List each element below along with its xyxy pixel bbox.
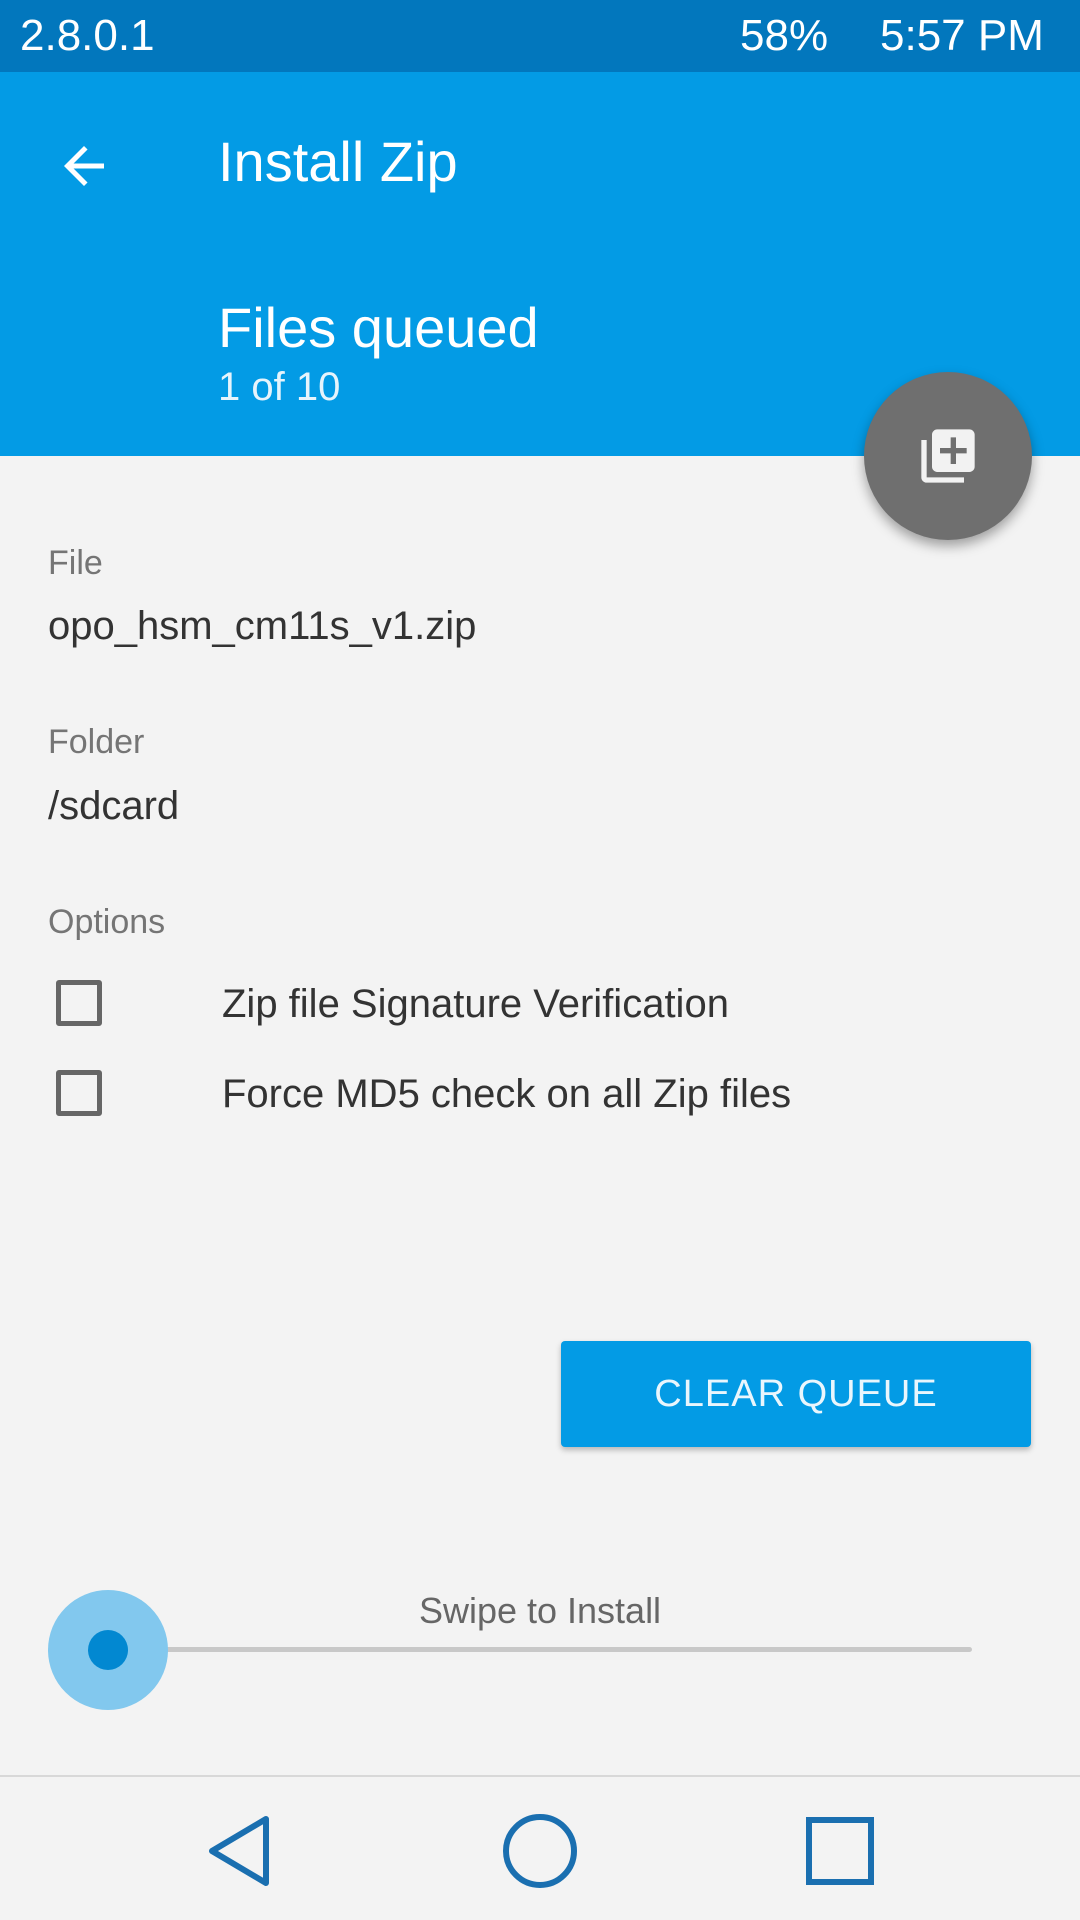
nav-recents-button[interactable]: [790, 1803, 890, 1899]
add-to-queue-icon: [921, 429, 975, 483]
nav-home-button[interactable]: [490, 1803, 590, 1899]
queue-count: 1 of 10: [218, 365, 341, 409]
status-version: 2.8.0.1: [20, 11, 155, 60]
folder-label: Folder: [48, 723, 145, 761]
options-label: Options: [48, 903, 166, 941]
signature-verification-checkbox[interactable]: [56, 980, 102, 1026]
nav-back-button[interactable]: [190, 1803, 290, 1899]
swipe-handle[interactable]: [48, 1590, 168, 1710]
file-label: File: [48, 544, 103, 582]
page-title: Install Zip: [218, 130, 458, 193]
back-button[interactable]: [40, 122, 128, 210]
signature-verification-option[interactable]: Zip file Signature Verification: [48, 970, 1048, 1044]
back-triangle-icon: [209, 1816, 269, 1886]
status-battery: 58%: [740, 11, 829, 60]
status-bar: 2.8.0.1 58% 5:57 PM: [0, 0, 1080, 72]
arrow-back-icon: [64, 146, 104, 186]
swipe-track[interactable]: [110, 1647, 972, 1652]
folder-path: /sdcard: [48, 784, 180, 828]
swipe-handle-dot: [88, 1630, 128, 1670]
force-md5-label: Force MD5 check on all Zip files: [222, 1072, 792, 1116]
force-md5-option[interactable]: Force MD5 check on all Zip files: [48, 1060, 1048, 1134]
navigation-bar: [0, 1777, 1080, 1920]
queue-title: Files queued: [218, 296, 539, 359]
swipe-label: Swipe to Install: [418, 1590, 662, 1631]
add-zip-fab[interactable]: [864, 372, 1032, 540]
status-clock: 5:57 PM: [880, 11, 1044, 60]
signature-verification-label: Zip file Signature Verification: [222, 982, 729, 1026]
force-md5-checkbox[interactable]: [56, 1070, 102, 1116]
recents-square-icon: [806, 1817, 874, 1885]
file-name: opo_hsm_cm11s_v1.zip: [48, 604, 477, 648]
home-circle-icon: [503, 1814, 577, 1888]
clear-queue-button[interactable]: CLEAR QUEUE: [561, 1341, 1031, 1447]
